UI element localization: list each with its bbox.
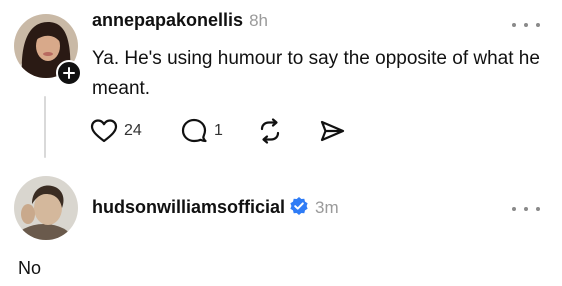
post-text: No bbox=[18, 258, 42, 278]
like-button[interactable]: 24 bbox=[90, 116, 142, 146]
comment-icon bbox=[181, 118, 207, 143]
post-timestamp: 8h bbox=[249, 11, 268, 30]
repost-icon bbox=[260, 118, 280, 144]
more-icon[interactable] bbox=[512, 204, 540, 214]
like-count: 24 bbox=[124, 122, 142, 139]
username-text: hudsonwilliamsofficial bbox=[92, 197, 286, 217]
post-timestamp: 3m bbox=[315, 198, 339, 217]
comment-count: 1 bbox=[214, 122, 223, 139]
thread-view: annepapakonellis 8h Ya. He's using humour… bbox=[0, 0, 562, 286]
username-text: annepapakonellis bbox=[92, 10, 244, 30]
plus-icon bbox=[63, 67, 75, 79]
share-button[interactable] bbox=[318, 116, 346, 146]
heart-icon bbox=[90, 119, 118, 143]
comment-button[interactable]: 1 bbox=[180, 116, 223, 146]
follow-button[interactable] bbox=[56, 60, 82, 86]
avatar-hudsonwilliamsofficial[interactable] bbox=[14, 176, 78, 240]
verified-icon bbox=[290, 197, 308, 215]
post-username[interactable]: annepapakonellis 8h bbox=[92, 10, 268, 31]
post-text: Ya. He's using humour to say the opposit… bbox=[92, 48, 540, 99]
thread-line bbox=[44, 96, 46, 158]
post-username[interactable]: hudsonwilliamsofficial 3m bbox=[92, 196, 339, 218]
repost-button[interactable] bbox=[256, 116, 284, 146]
more-icon[interactable] bbox=[512, 20, 540, 30]
share-icon bbox=[320, 120, 345, 142]
